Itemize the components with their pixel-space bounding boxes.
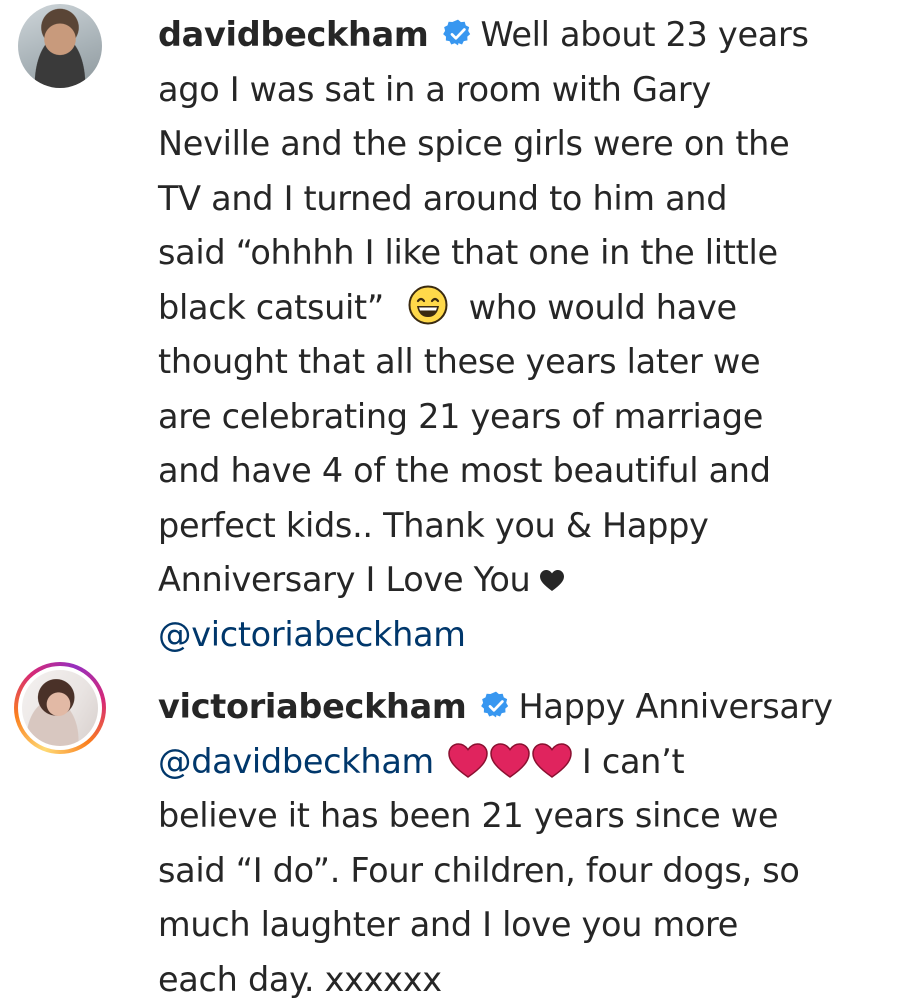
comment-text: davidbeckham Well about 23 years ago I wa… bbox=[158, 8, 893, 662]
comment-line-text: black catsuit” bbox=[158, 288, 384, 327]
comment-line: said “ohhhh I like that one in the littl… bbox=[158, 226, 893, 281]
avatar-image bbox=[18, 4, 102, 88]
comment-line: each day. xxxxxx bbox=[158, 953, 893, 1007]
avatar-image bbox=[22, 670, 98, 746]
mention-link[interactable]: @davidbeckham bbox=[158, 742, 434, 781]
verified-badge-icon bbox=[443, 19, 473, 49]
comment-line: Neville and the spice girls were on the bbox=[158, 117, 893, 172]
comment-line: @davidbeckham I can’t bbox=[158, 735, 893, 790]
grinning-face-icon bbox=[408, 285, 448, 342]
verified-badge-icon bbox=[481, 691, 511, 721]
comment-line: and have 4 of the most beautiful and bbox=[158, 444, 893, 499]
comment-line-text: I can’t bbox=[582, 742, 684, 781]
comment-line: Anniversary I Love You bbox=[158, 553, 893, 608]
username-link[interactable]: davidbeckham bbox=[158, 15, 429, 54]
red-heart-icon bbox=[532, 743, 572, 779]
comment-line: much laughter and I love you more bbox=[158, 898, 893, 953]
comment-line-text: Well about 23 years bbox=[481, 15, 809, 54]
comment-line: black catsuit” who would have bbox=[158, 281, 893, 336]
comment-line-text: Happy Anniversary bbox=[519, 687, 833, 726]
comment-line: thought that all these years later we bbox=[158, 335, 893, 390]
red-heart-icon bbox=[490, 743, 530, 779]
red-heart-icon bbox=[448, 743, 488, 779]
black-heart-icon bbox=[540, 554, 564, 609]
avatar-davidbeckham[interactable] bbox=[14, 0, 106, 92]
avatar-victoriabeckham[interactable] bbox=[14, 662, 106, 754]
red-hearts bbox=[448, 741, 574, 796]
comment-line: davidbeckham Well about 23 years bbox=[158, 8, 893, 63]
comment-text: victoriabeckham Happy Anniversary @davidb… bbox=[158, 680, 893, 1007]
comment-line: perfect kids.. Thank you & Happy bbox=[158, 499, 893, 554]
comment-line: are celebrating 21 years of marriage bbox=[158, 390, 893, 445]
comment-line-text: who would have bbox=[469, 288, 737, 327]
comment-line-text: Anniversary I Love You bbox=[158, 560, 530, 599]
comment-line: ago I was sat in a room with Gary bbox=[158, 63, 893, 118]
comment-line: TV and I turned around to him and bbox=[158, 172, 893, 227]
comment-line: victoriabeckham Happy Anniversary bbox=[158, 680, 893, 735]
mention-link[interactable]: @victoriabeckham bbox=[158, 608, 893, 663]
username-link[interactable]: victoriabeckham bbox=[158, 687, 467, 726]
comment-line: said “I do”. Four children, four dogs, s… bbox=[158, 844, 893, 899]
comment-line: believe it has been 21 years since we bbox=[158, 789, 893, 844]
